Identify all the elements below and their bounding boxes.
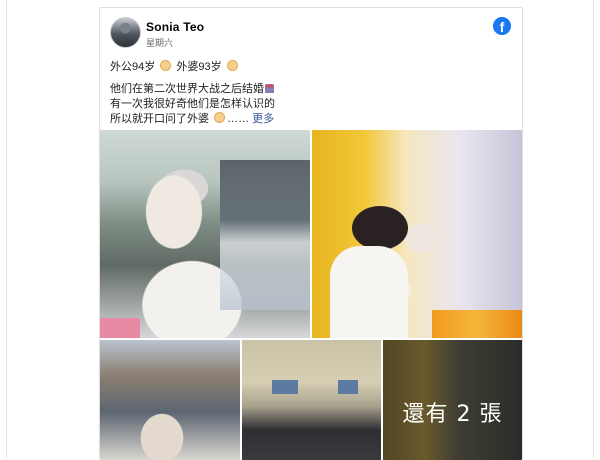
photo-pink-object [100,318,140,338]
facebook-post-card: Sonia Teo 星期六 f 外公94岁 外婆93岁 他们在第二次世界大战之后… [99,7,523,460]
photo-woman-shirt [330,246,408,338]
author-name[interactable]: Sonia Teo [146,20,204,34]
photo-elderly-man[interactable] [100,130,310,338]
page-divider-right [593,0,594,459]
ask-grandma-text: 所以就开口问了外婆 [110,113,209,125]
photo-gathering-tent[interactable] [100,340,240,460]
photo-hall-window [338,380,358,394]
grandma-age-text: 外婆93岁 [176,61,222,73]
facebook-icon[interactable]: f [493,17,511,35]
post-timestamp[interactable]: 星期六 [146,36,173,49]
post-text-line-3: 有一次我很好奇他们是怎样认识的 [110,98,275,110]
post-text-line-1: 外公94岁 外婆93岁 [110,58,240,74]
marriage-text: 他们在第二次世界大战之后结婚 [110,83,264,95]
post-text-line-4: 所以就开口问了外婆 …… 更多 [110,110,274,126]
photo-hall-group[interactable] [242,340,381,460]
photo-orange-flowers [432,310,522,338]
photo-hall-window [272,380,298,394]
elderly-face-emoji-icon [214,112,226,123]
ellipsis-text: …… [227,113,250,125]
author-avatar[interactable] [110,17,141,48]
post-text-line-2: 他们在第二次世界大战之后结婚 [110,80,274,96]
see-more-link[interactable]: 更多 [252,113,274,125]
photo-background-guests [220,160,310,310]
elderly-face-emoji-icon [160,60,172,71]
elderly-face-emoji-icon [226,60,238,71]
page-divider-left [6,0,7,459]
photo-memorial-more[interactable]: 還有 2 張 [383,340,522,460]
photo-woman-head [352,206,408,250]
church-emoji-icon [265,84,274,93]
grandpa-age-text: 外公94岁 [110,61,156,73]
more-photos-label[interactable]: 還有 2 張 [383,396,522,428]
photo-altar-ceremony[interactable] [312,130,522,338]
